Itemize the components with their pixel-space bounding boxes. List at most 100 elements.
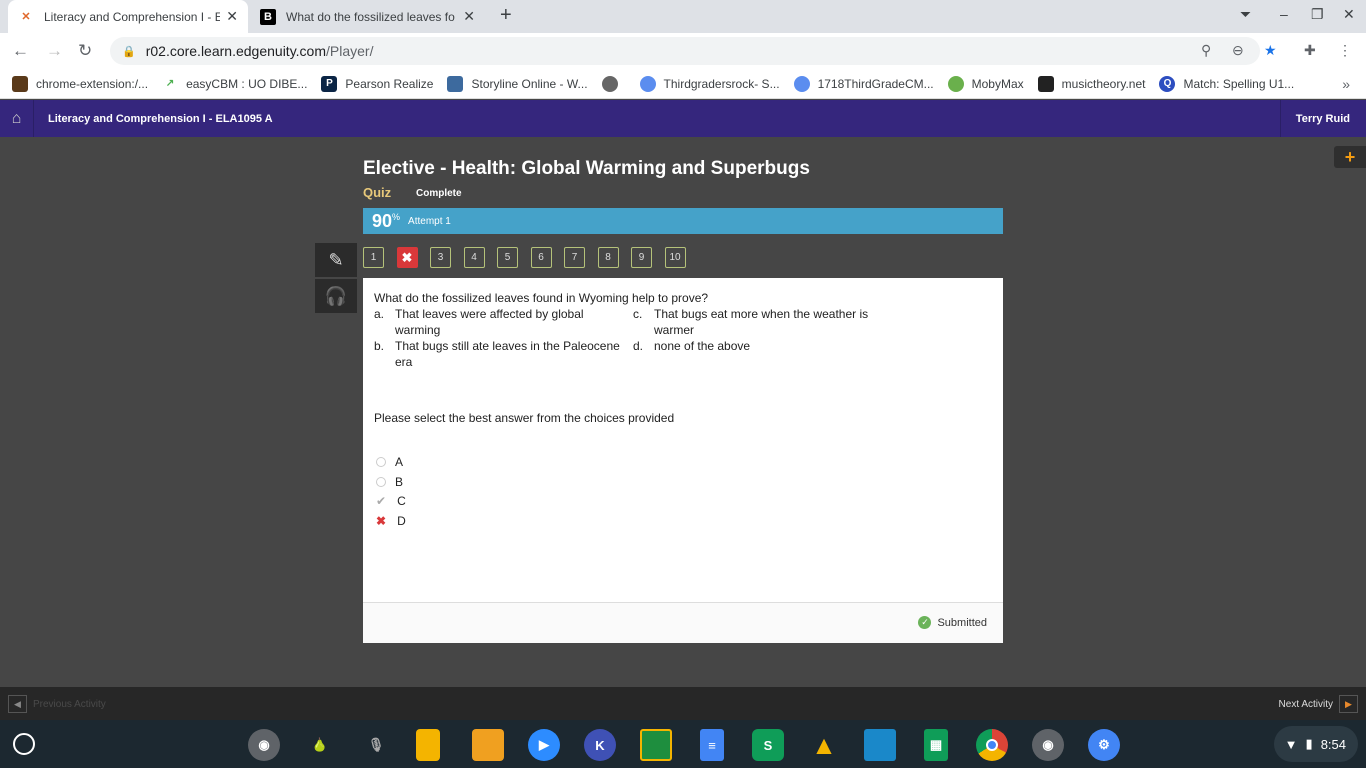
back-button[interactable]: ← <box>12 41 29 61</box>
answer-d[interactable]: ✖ D <box>376 514 406 528</box>
question-button-9[interactable]: 9 <box>631 247 652 268</box>
left-arrow-icon: ◀ <box>8 695 27 713</box>
answer-label: B <box>395 475 404 489</box>
submitted-label: Submitted <box>937 616 987 629</box>
pearson-icon: P <box>321 75 338 92</box>
forward-button[interactable]: → <box>46 41 63 61</box>
minimize-button[interactable]: – <box>1280 6 1288 22</box>
question-button-4[interactable]: 4 <box>463 247 485 268</box>
bookmark[interactable] <box>601 75 626 92</box>
profile-dropdown-icon[interactable]: ⏷ <box>1240 6 1251 23</box>
option-letter: c. <box>633 307 643 321</box>
question-button-3[interactable]: 3 <box>430 247 451 268</box>
bookmark-label: chrome-extension:/... <box>36 76 149 91</box>
close-window-button[interactable]: ✕ <box>1343 6 1355 23</box>
globe-icon <box>601 75 618 92</box>
browser-toolbar: ← → ↻ 🔒 r02.core.learn.edgenuity.com/Pla… <box>0 33 1366 69</box>
answer-c[interactable]: ✔ C <box>376 494 406 508</box>
status-tray[interactable]: ▼ ▮ 8:54 <box>1274 726 1358 762</box>
new-tab-button[interactable]: + <box>500 4 512 27</box>
answer-a[interactable]: A <box>376 455 403 469</box>
close-tab-icon[interactable]: ✕ <box>226 8 238 25</box>
bookmark[interactable]: MobyMax <box>947 75 1024 92</box>
check-circle-icon: ✓ <box>918 616 932 629</box>
reload-button[interactable]: ↻ <box>78 41 92 61</box>
bookmark[interactable]: Thirdgradersrock- S... <box>639 75 780 92</box>
settings-app-icon[interactable]: ⚙ <box>1088 729 1120 761</box>
bookmark-label: Match: Spelling U1... <box>1183 76 1295 91</box>
bookmark[interactable]: musictheory.net <box>1037 75 1145 92</box>
next-activity-label: Next Activity <box>1278 698 1333 710</box>
user-name[interactable]: Terry Ruid <box>1279 100 1366 137</box>
option-text: That bugs still ate leaves in the Paleoc… <box>395 339 620 369</box>
tab-brainly[interactable]: B What do the fossilized leaves fo ✕ <box>250 0 485 33</box>
bookmark[interactable]: Storyline Online - W... <box>447 75 588 92</box>
launcher-button[interactable] <box>13 733 35 755</box>
question-button-5[interactable]: 5 <box>497 247 518 268</box>
submitted-status: ✓ Submitted <box>918 616 987 629</box>
keep-app-icon[interactable] <box>416 729 440 761</box>
question-button-10[interactable]: 10 <box>664 247 686 268</box>
url-path: /Player/ <box>326 43 374 59</box>
more-bookmarks-button[interactable]: » <box>1342 76 1350 92</box>
extensions-icon[interactable]: ✚ <box>1304 42 1316 59</box>
browser-tab-bar: ✕ Literacy and Comprehension I - E ✕ B W… <box>0 0 1366 33</box>
question-button-2-incorrect[interactable]: ✖ <box>396 247 418 268</box>
bookmark[interactable]: ↗ easyCBM : UO DIBE... <box>162 76 308 92</box>
radio-icon[interactable] <box>376 457 386 467</box>
address-bar[interactable]: 🔒 r02.core.learn.edgenuity.com/Player/ <box>110 37 1260 65</box>
next-activity-button[interactable]: Next Activity ▶ <box>1279 695 1358 713</box>
restore-button[interactable]: ❐ <box>1311 6 1324 23</box>
sheets-app-icon[interactable]: ▦ <box>924 729 948 761</box>
question-button-7[interactable]: 7 <box>564 247 585 268</box>
question-button-1[interactable]: 1 <box>363 247 384 268</box>
typing-club-app-icon[interactable] <box>864 729 896 761</box>
kami-app-icon[interactable]: K <box>584 729 616 761</box>
attempt-label: Attempt 1 <box>408 215 451 227</box>
lock-icon: 🔒 <box>122 45 136 58</box>
home-icon[interactable]: ⌂ <box>0 100 34 137</box>
bookmark-label: Thirdgradersrock- S... <box>663 76 780 91</box>
clock: 8:54 <box>1320 736 1346 752</box>
expand-plus-button[interactable]: + <box>1334 146 1366 168</box>
question-button-6[interactable]: 6 <box>530 247 552 268</box>
answer-b[interactable]: B <box>376 475 403 489</box>
bookmarks-bar: chrome-extension:/... ↗ easyCBM : UO DIBE… <box>0 69 1366 99</box>
zoom-icon[interactable]: ⊖ <box>1232 42 1244 59</box>
edgenuity-icon: ✕ <box>21 11 31 23</box>
chrome-app-icon[interactable] <box>976 729 1008 761</box>
bookmark[interactable]: chrome-extension:/... <box>12 75 149 92</box>
camera-app-icon[interactable]: ◉ <box>1032 729 1064 761</box>
bookmark[interactable]: 1718ThirdGradeCM... <box>793 75 934 92</box>
s-app-icon[interactable]: S <box>752 729 784 761</box>
bookmark[interactable]: Q Match: Spelling U1... <box>1159 75 1295 92</box>
option-c: c. That bugs eat more when the weather is… <box>633 306 883 338</box>
quizlet-icon: Q <box>1159 75 1176 92</box>
zoom-app-icon[interactable]: ▶ <box>528 729 560 761</box>
pear-deck-app-icon[interactable]: 🍐 <box>304 729 336 761</box>
camera-app-icon[interactable]: ◉ <box>248 729 280 761</box>
screencastify-app-icon[interactable] <box>472 729 504 761</box>
bookmark[interactable]: P Pearson Realize <box>321 75 433 92</box>
classroom-app-icon[interactable] <box>640 729 672 761</box>
pencil-icon[interactable]: ✎ <box>315 243 357 277</box>
close-tab-icon[interactable]: ✕ <box>463 8 475 25</box>
headphones-icon[interactable]: 🎧 <box>315 279 357 313</box>
bookmark-star-icon[interactable]: ★ <box>1264 42 1277 59</box>
battery-icon: ▮ <box>1305 736 1313 751</box>
url-host: r02.core.learn.edgenuity.com <box>145 43 326 59</box>
tab-edgenuity[interactable]: ✕ Literacy and Comprehension I - E ✕ <box>8 0 248 33</box>
x-icon: ✖ <box>376 514 387 528</box>
microphone-app-icon[interactable]: 🎙 <box>360 729 392 761</box>
menu-icon[interactable]: ⋮ <box>1338 42 1352 59</box>
location-icon[interactable]: ⚲ <box>1201 42 1211 59</box>
radio-icon[interactable] <box>376 477 386 487</box>
course-title: Literacy and Comprehension I - ELA1095 A <box>48 113 273 125</box>
answer-label: C <box>397 494 406 508</box>
option-b: b. That bugs still ate leaves in the Pale… <box>374 338 624 370</box>
docs-app-icon[interactable]: ≡ <box>700 729 724 761</box>
previous-activity-button[interactable]: ◀ Previous Activity <box>8 695 106 713</box>
question-button-8[interactable]: 8 <box>597 247 619 268</box>
question-text: What do the fossilized leaves found in W… <box>374 291 709 305</box>
drive-app-icon[interactable]: ▲ <box>808 729 840 761</box>
